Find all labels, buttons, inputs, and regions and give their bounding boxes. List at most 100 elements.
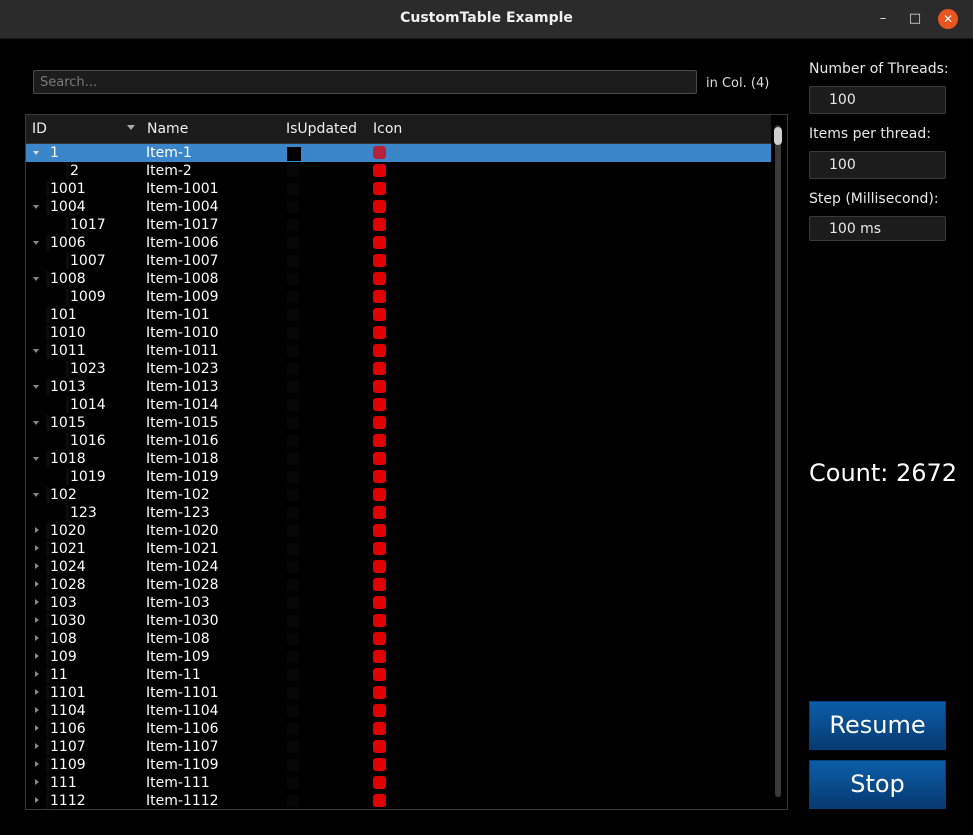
row-name: Item-1014 [146,397,219,413]
row-name: Item-1001 [146,181,219,197]
close-icon[interactable]: ✕ [938,9,958,29]
tree-row[interactable]: 1023 Item-1023 [26,360,771,378]
tree-row[interactable]: 1014 Item-1014 [26,396,771,414]
collapsed-arrow-icon[interactable] [35,653,39,659]
tree-row[interactable]: 1015 Item-1015 [26,414,771,432]
tree-row[interactable]: 1004 Item-1004 [26,198,771,216]
row-name: Item-1106 [146,721,219,737]
expanded-arrow-icon[interactable] [33,493,39,497]
tree-row[interactable]: 1024 Item-1024 [26,558,771,576]
items-per-thread-spinbox[interactable]: 100 [809,151,946,179]
collapsed-arrow-icon[interactable] [35,707,39,713]
row-indent-shade [66,505,69,521]
tree-row[interactable]: 1106 Item-1106 [26,720,771,738]
collapsed-arrow-icon[interactable] [35,779,39,785]
collapsed-arrow-icon[interactable] [35,563,39,569]
status-square-icon [373,506,386,519]
tree-row[interactable]: 1021 Item-1021 [26,540,771,558]
collapsed-arrow-icon[interactable] [35,599,39,605]
tree-row[interactable]: 103 Item-103 [26,594,771,612]
vertical-scrollbar[interactable] [772,125,784,805]
collapsed-arrow-icon[interactable] [35,725,39,731]
row-indent-shade [46,235,49,251]
row-indent-shade [46,703,49,719]
collapsed-arrow-icon[interactable] [35,671,39,677]
expanded-arrow-icon[interactable] [33,421,39,425]
row-name: Item-1021 [146,541,219,557]
expanded-arrow-icon[interactable] [33,205,39,209]
status-square-icon [373,146,386,159]
collapsed-arrow-icon[interactable] [35,527,39,533]
row-name: Item-1109 [146,757,219,773]
row-isupdated [287,327,299,339]
tree-row[interactable]: 109 Item-109 [26,648,771,666]
tree-row[interactable]: 123 Item-123 [26,504,771,522]
expanded-arrow-icon[interactable] [33,151,39,155]
collapsed-arrow-icon[interactable] [35,689,39,695]
tree-row[interactable]: 1017 Item-1017 [26,216,771,234]
scrollbar-track[interactable] [775,125,781,797]
tree-row[interactable]: 1011 Item-1011 [26,342,771,360]
status-square-icon [373,722,386,735]
header-id[interactable]: ID [32,121,47,137]
row-isupdated [287,471,299,483]
tree-row[interactable]: 1016 Item-1016 [26,432,771,450]
tree-row[interactable]: 1013 Item-1013 [26,378,771,396]
tree-row[interactable]: 1107 Item-1107 [26,738,771,756]
expanded-arrow-icon[interactable] [33,241,39,245]
stop-button[interactable]: Stop [809,760,946,809]
row-isupdated [287,237,299,249]
collapsed-arrow-icon[interactable] [35,797,39,803]
collapsed-arrow-icon[interactable] [35,545,39,551]
tree-row[interactable]: 102 Item-102 [26,486,771,504]
header-isupdated[interactable]: IsUpdated [286,121,357,137]
expanded-arrow-icon[interactable] [33,385,39,389]
row-id: 1001 [50,181,86,197]
tree-row[interactable]: 1112 Item-1112 [26,792,771,809]
collapsed-arrow-icon[interactable] [35,761,39,767]
tree-row[interactable]: 1028 Item-1028 [26,576,771,594]
row-id: 1107 [50,739,86,755]
tree-row[interactable]: 1007 Item-1007 [26,252,771,270]
collapsed-arrow-icon[interactable] [35,743,39,749]
tree-row[interactable]: 1009 Item-1009 [26,288,771,306]
step-spinbox[interactable]: 100 ms [809,216,946,241]
maximize-icon[interactable]: □ [906,10,924,28]
expanded-arrow-icon[interactable] [33,457,39,461]
status-square-icon [373,416,386,429]
item-tree[interactable]: ID Name IsUpdated Icon 1 Item-1 2 Item-2 100… [25,114,788,810]
minimize-icon[interactable]: – [874,10,892,28]
tree-row[interactable]: 1006 Item-1006 [26,234,771,252]
tree-row[interactable]: 1010 Item-1010 [26,324,771,342]
tree-row[interactable]: 1020 Item-1020 [26,522,771,540]
collapsed-arrow-icon[interactable] [35,617,39,623]
tree-row[interactable]: 108 Item-108 [26,630,771,648]
threads-spinbox[interactable]: 100 [809,86,946,114]
tree-row[interactable]: 11 Item-11 [26,666,771,684]
tree-row[interactable]: 1104 Item-1104 [26,702,771,720]
row-isupdated [287,597,299,609]
scrollbar-thumb[interactable] [774,127,782,145]
tree-row[interactable]: 2 Item-2 [26,162,771,180]
status-square-icon [373,236,386,249]
tree-row[interactable]: 1030 Item-1030 [26,612,771,630]
tree-row[interactable]: 1019 Item-1019 [26,468,771,486]
collapsed-arrow-icon[interactable] [35,635,39,641]
search-input[interactable] [33,70,697,94]
row-name: Item-1008 [146,271,219,287]
header-icon[interactable]: Icon [373,121,402,137]
collapsed-arrow-icon[interactable] [35,581,39,587]
header-name[interactable]: Name [147,121,188,137]
tree-row[interactable]: 1018 Item-1018 [26,450,771,468]
tree-row[interactable]: 1001 Item-1001 [26,180,771,198]
tree-row[interactable]: 101 Item-101 [26,306,771,324]
tree-row[interactable]: 1109 Item-1109 [26,756,771,774]
expanded-arrow-icon[interactable] [33,349,39,353]
resume-button[interactable]: Resume [809,701,946,750]
expanded-arrow-icon[interactable] [33,277,39,281]
tree-row[interactable]: 1 Item-1 [26,144,771,162]
tree-row[interactable]: 111 Item-111 [26,774,771,792]
tree-row[interactable]: 1008 Item-1008 [26,270,771,288]
row-id: 2 [70,163,79,179]
tree-row[interactable]: 1101 Item-1101 [26,684,771,702]
